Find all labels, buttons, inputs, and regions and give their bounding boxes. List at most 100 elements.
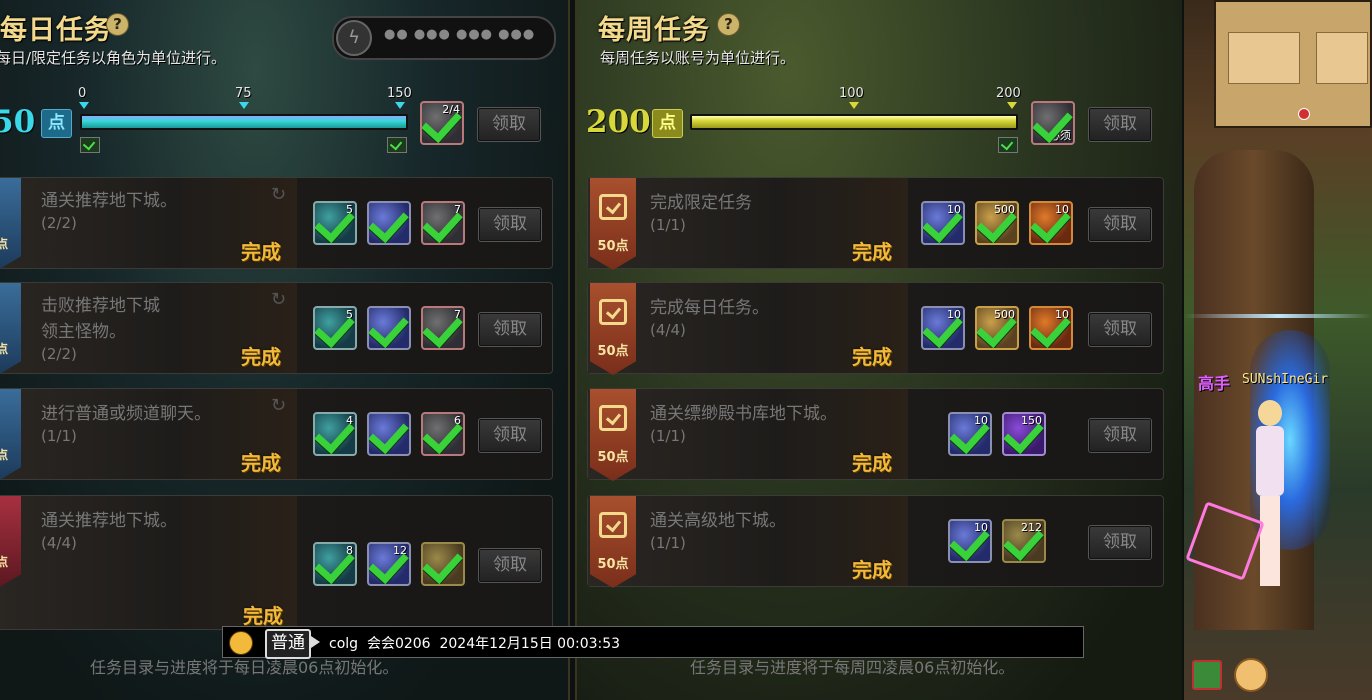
ribbon-points: 50点 [597,344,629,359]
calendar-check-icon [599,405,627,431]
calendar-check-icon [599,299,627,325]
reward-item[interactable]: 12 [367,542,411,586]
minimap-room [1316,32,1368,84]
weekly-task-row: 50点 完成限定任务 (1/1) 完成 10 500 10 领取 [587,177,1164,270]
character-head [1258,400,1282,426]
check-icon [423,544,463,584]
daily-points-value: 50 [0,104,36,140]
weekly-claim-button[interactable]: 领取 [1088,107,1152,142]
ribbon-points: 0点 [0,237,9,251]
calendar-check-icon [599,512,627,538]
daily-help-icon[interactable]: ? [106,13,129,36]
task-status: 完成 [852,558,892,582]
task-status: 完成 [241,240,281,264]
task-claim-button[interactable]: 领取 [1088,418,1152,453]
check-icon [369,203,409,243]
weekly-points-value: 200 [586,104,651,140]
refresh-icon: ↻ [271,395,287,416]
task-claim-button[interactable]: 领取 [478,418,542,453]
weekly-progress-fill [692,116,1016,128]
daily-tick-marker [79,102,89,109]
character-name: SUNshIneGir [1242,372,1329,387]
task-claim-button[interactable]: 领取 [478,548,542,583]
daily-task-ribbon: 0点 [0,283,21,375]
reward-item[interactable] [367,412,411,456]
reward-item[interactable] [367,201,411,245]
reward-item[interactable]: 500 [975,306,1019,350]
status-widget: ϟ ●● ●●● ●●● ●●● [332,16,556,60]
reward-item[interactable]: 6 [421,412,465,456]
pet-icon[interactable] [1234,658,1268,692]
task-claim-button[interactable]: 领取 [478,312,542,347]
reward-item[interactable] [367,306,411,350]
chat-message-input[interactable]: colg 会会0206 2024年12月15日 00:03:53 [329,633,620,653]
task-progress: (1/1) [650,216,686,234]
weekly-task-row: 50点 完成每日任务。 (4/4) 完成 10 500 10 领取 [587,282,1164,375]
ribbon-points: 50点 [597,557,629,572]
daily-claim-button[interactable]: 领取 [477,107,541,142]
reward-item[interactable]: 10 [921,201,965,245]
task-name: 进行普通或频道聊天。 [41,404,211,424]
task-progress: (2/2) [41,345,77,363]
reward-item[interactable]: 10 [948,519,992,563]
reward-item[interactable]: 10 [1029,306,1073,350]
weekly-task-row: 50点 通关高级地下城。 (1/1) 完成 10 212 领取 [587,495,1164,588]
chat-channel-selector[interactable]: 普通 [265,629,311,659]
ribbon-points: 0点 [0,342,9,356]
reward-item[interactable]: 150 [1002,412,1046,456]
task-progress: (4/4) [41,534,77,552]
calendar-check-icon [599,194,627,220]
daily-tick-1: 75 [235,86,252,101]
task-name: 击败推荐地下城 [41,296,160,316]
task-status: 完成 [243,604,283,628]
task-claim-button[interactable]: 领取 [1088,207,1152,242]
task-status: 完成 [852,345,892,369]
character-title: 高手 [1198,374,1231,393]
daily-progress-fill [82,116,406,128]
emoji-icon[interactable] [229,631,253,655]
reward-item[interactable]: 10 [948,412,992,456]
daily-tick-marker [239,102,249,109]
daily-chest-reward[interactable]: 2/4 [420,101,464,145]
reward-item[interactable]: 4 [313,412,357,456]
task-claim-button[interactable]: 领取 [1088,312,1152,347]
chat-input-bar[interactable]: 普通 colg 会会0206 2024年12月15日 00:03:53 [222,626,1084,659]
status-dots: ●● ●●● ●●● ●●● [384,27,536,42]
task-claim-button[interactable]: 领取 [1088,525,1152,560]
task-name: 完成限定任务 [650,193,752,213]
daily-tick-2: 150 [387,86,412,101]
reward-item[interactable] [421,542,465,586]
light-beam [1184,314,1372,318]
ribbon-points: 50点 [597,450,629,465]
reward-item[interactable]: 8 [313,542,357,586]
daily-task-row: 0点 击败推荐地下城 领主怪物。 (2/2) ↻ 完成 5 7 领取 [0,282,553,375]
reward-item[interactable]: 7 [421,306,465,350]
weekly-tick-marker [1007,102,1017,109]
task-name-line2: 领主怪物。 [41,322,126,342]
weekly-task-ribbon: 50点 [590,496,636,588]
weekly-chest-reward[interactable]: 必须 [1031,101,1075,145]
reward-item[interactable]: 212 [1002,519,1046,563]
task-name: 通关缥缈殿书库地下城。 [650,404,837,424]
character-body [1256,426,1284,496]
weekly-help-icon[interactable]: ? [717,13,740,36]
task-status: 完成 [852,240,892,264]
minimap[interactable] [1214,0,1372,128]
character-legs [1260,496,1280,586]
daily-title: 每日任务 [0,15,112,46]
task-claim-button[interactable]: 领取 [478,207,542,242]
reward-item[interactable]: 500 [975,201,1019,245]
reward-item[interactable]: 10 [921,306,965,350]
reward-item[interactable]: 5 [313,201,357,245]
ribbon-points: 50点 [597,239,629,254]
weekly-tick-0: 100 [839,86,864,101]
reward-item[interactable]: 10 [1029,201,1073,245]
channel-arrow-icon[interactable] [311,636,320,648]
reward-item[interactable]: 5 [313,306,357,350]
player-character[interactable] [1252,400,1288,590]
gift-icon[interactable] [1192,660,1222,690]
daily-task-panel: 每日任务 ? 每日/限定任务以角色为单位进行。 ϟ ●● ●●● ●●● ●●●… [0,0,570,700]
task-progress: (2/2) [41,214,77,232]
reward-item[interactable]: 7 [421,201,465,245]
check-icon [369,308,409,348]
